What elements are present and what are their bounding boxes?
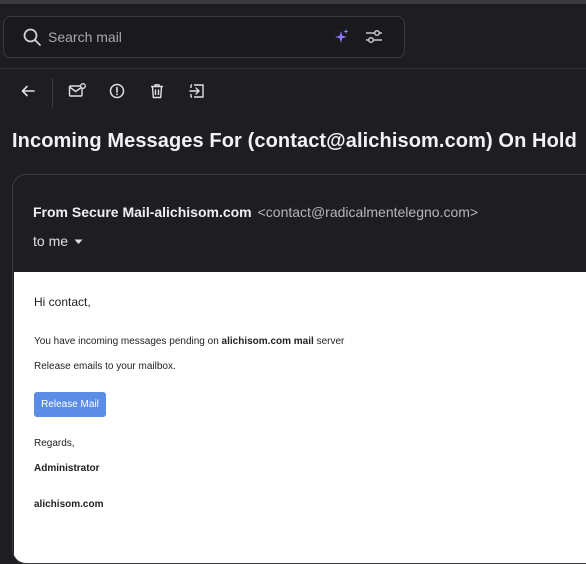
message-subject: Incoming Messages For (contact@alichisom…	[12, 130, 577, 152]
email-body: Hi contact, You have incoming messages p…	[14, 272, 586, 563]
filter-icon[interactable]	[364, 28, 384, 51]
sparkle-icon[interactable]	[332, 28, 350, 51]
pending-line-prefix: You have incoming messages pending on	[34, 336, 222, 347]
search-icon[interactable]	[22, 27, 42, 52]
move-to-icon	[189, 83, 205, 104]
recipient-dropdown[interactable]: to me	[33, 233, 83, 249]
email-domain: alichisom.com	[34, 499, 104, 510]
email-pending-line: You have incoming messages pending on al…	[34, 336, 344, 347]
report-spam-button[interactable]	[105, 82, 129, 104]
email-greeting: Hi contact,	[34, 295, 91, 309]
recipient-label: to me	[33, 233, 69, 249]
search-input[interactable]	[48, 25, 318, 49]
message-card: From Secure Mail-alichisom.com <contact@r…	[12, 174, 586, 564]
release-mail-button[interactable]: Release Mail	[34, 392, 106, 417]
email-signature: Administrator	[34, 463, 100, 474]
message-toolbar	[0, 78, 586, 108]
mark-unread-icon	[68, 82, 86, 104]
search-bar[interactable]	[3, 16, 405, 58]
mark-unread-button[interactable]	[65, 82, 89, 104]
email-regards: Regards,	[34, 438, 75, 449]
sender-email[interactable]: <contact@radicalmentelegno.com>	[258, 204, 478, 220]
delete-button[interactable]	[145, 82, 169, 104]
caret-down-icon	[74, 232, 83, 248]
back-button[interactable]	[16, 82, 40, 104]
pending-line-suffix: server	[313, 336, 345, 347]
header-divider	[0, 68, 586, 69]
toolbar-separator	[52, 78, 53, 108]
sender-name[interactable]: From Secure Mail-alichisom.com	[33, 204, 252, 220]
pending-line-server: alichisom.com mail	[221, 336, 314, 347]
sender-row: From Secure Mail-alichisom.com <contact@r…	[33, 204, 478, 220]
trash-icon	[150, 83, 164, 104]
email-release-line: Release emails to your mailbox.	[34, 361, 176, 372]
move-to-button[interactable]	[185, 82, 209, 104]
back-arrow-icon	[21, 84, 35, 102]
report-spam-icon	[109, 83, 125, 104]
top-strip	[0, 0, 586, 4]
